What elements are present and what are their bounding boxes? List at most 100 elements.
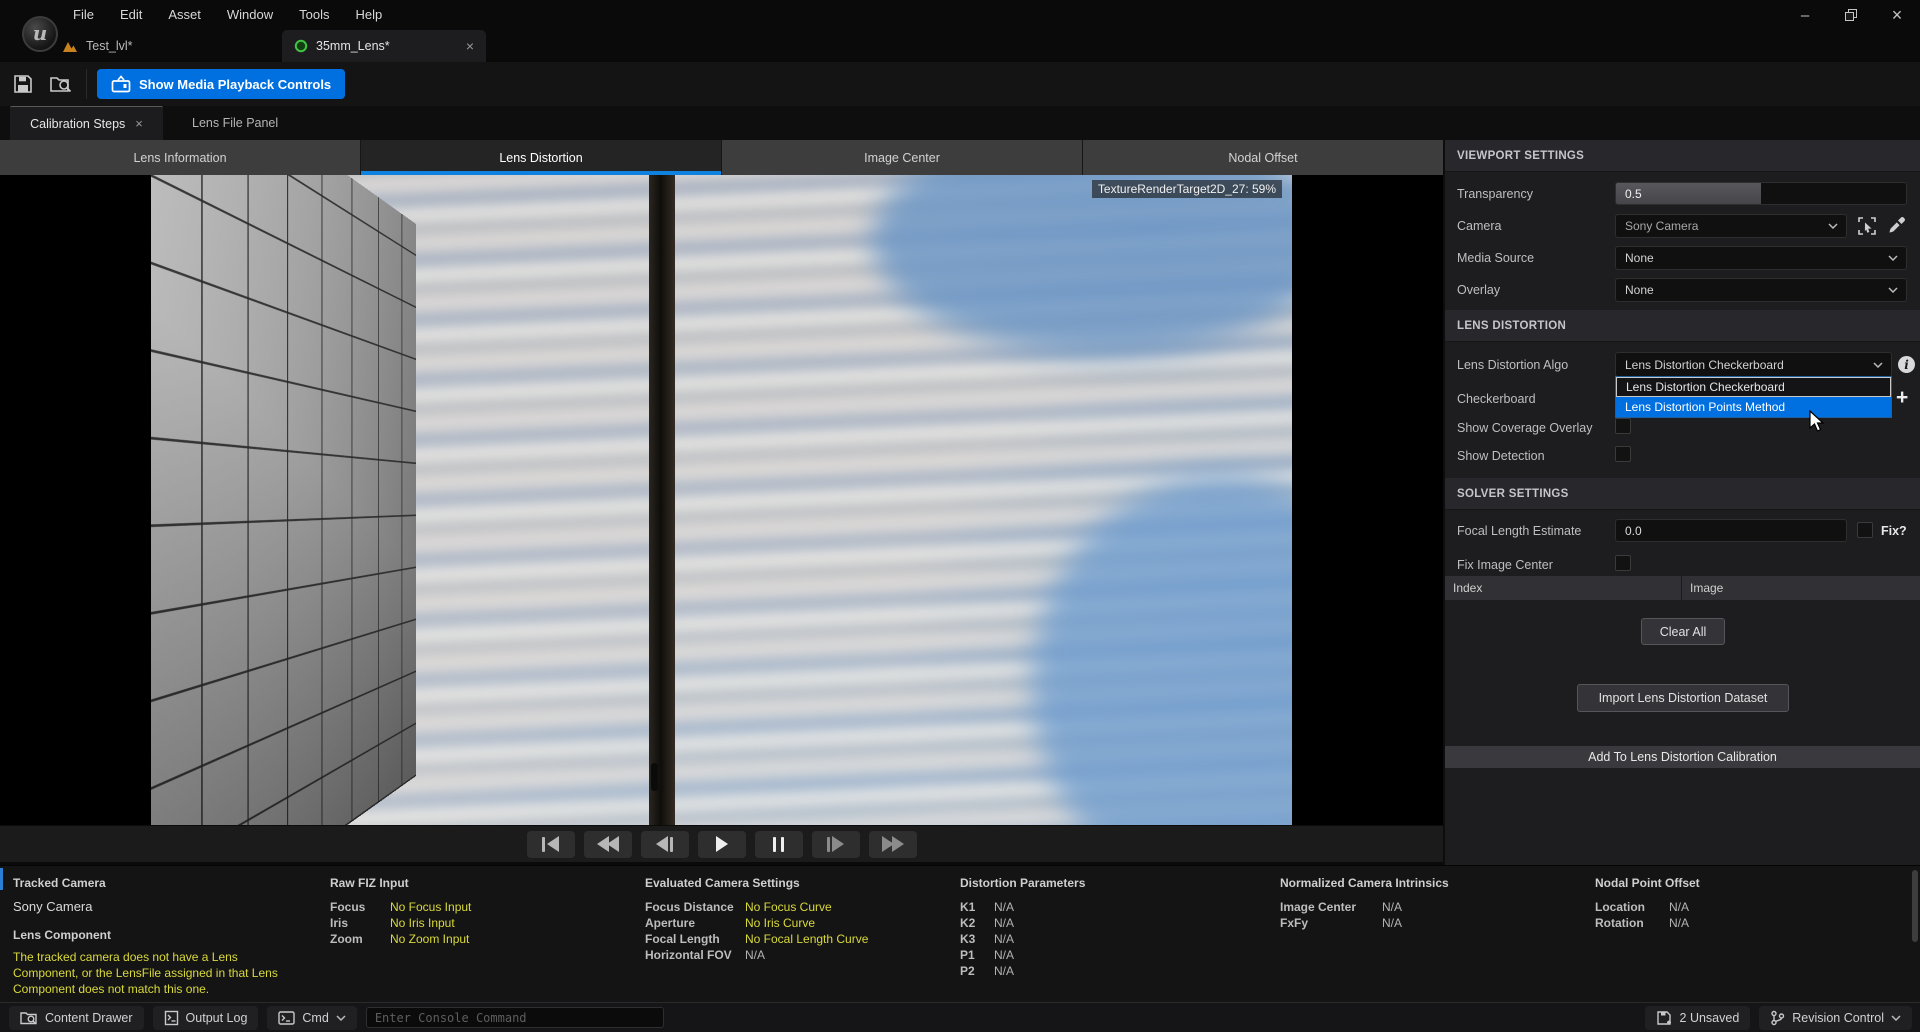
nodal-point-offset-column: Nodal Point Offset LocationN/A RotationN… [1595,876,1700,931]
dark-marker [651,763,658,791]
simulcam-viewport: TextureRenderTarget2D_27: 59% [0,175,1443,825]
restore-button[interactable] [1828,0,1874,30]
find-in-content-browser-icon [49,73,73,95]
output-log-button[interactable]: Output Log [153,1006,259,1030]
media-playback-bar [0,825,1443,862]
branch-icon [1770,1010,1785,1026]
fix-image-center-label: Fix Image Center [1457,558,1553,572]
terminal-icon [278,1011,295,1025]
revision-control-button[interactable]: Revision Control [1759,1006,1912,1030]
algo-option-checkerboard[interactable]: Lens Distortion Checkerboard [1616,377,1891,397]
pick-actor-icon[interactable] [1857,216,1877,236]
fix-focal-checkbox[interactable] [1857,522,1873,538]
calibration-settings-panel: VIEWPORT SETTINGS Transparency 0.5 Camer… [1443,140,1920,865]
mouse-cursor [1809,410,1826,434]
chevron-down-icon [1891,1015,1901,1021]
overlay-label: Overlay [1457,283,1500,297]
media-source-dropdown[interactable]: None [1615,246,1907,270]
console-command-input[interactable] [366,1007,664,1028]
transparency-label: Transparency [1457,187,1533,201]
chevron-down-icon [1828,223,1838,229]
algo-option-points-method[interactable]: Lens Distortion Points Method [1616,397,1891,417]
play-button[interactable] [698,831,746,858]
show-coverage-overlay-checkbox[interactable] [1615,418,1631,434]
checkerboard-wall-edge [649,175,675,825]
tab-lens-file-panel[interactable]: Lens File Panel [170,106,300,140]
fix-image-center-checkbox[interactable] [1615,555,1631,571]
content-drawer-icon [20,1010,38,1026]
browse-to-asset-button[interactable] [46,69,76,99]
cmd-selector[interactable]: Cmd [267,1006,356,1030]
menu-file[interactable]: File [60,0,107,30]
show-coverage-overlay-label: Show Coverage Overlay [1457,421,1592,435]
info-icon[interactable]: i [1898,356,1915,373]
viewport-settings-header: VIEWPORT SETTINGS [1445,140,1920,172]
restore-icon [1845,9,1857,21]
close-window-button[interactable]: × [1874,0,1920,30]
fast-forward-button[interactable] [869,831,917,858]
step-tab-lens-information[interactable]: Lens Information [0,140,360,175]
step-tab-image-center[interactable]: Image Center [722,140,1082,175]
unreal-logo-icon[interactable]: u [22,16,58,52]
camera-dropdown[interactable]: Sony Camera [1615,214,1847,238]
add-to-lens-distortion-calibration-button[interactable]: Add To Lens Distortion Calibration [1445,746,1920,768]
close-tab-icon[interactable]: × [466,38,474,54]
menu-help[interactable]: Help [342,0,395,30]
step-back-button[interactable] [641,831,689,858]
eyedropper-icon[interactable] [1888,216,1906,234]
raw-fiz-column: Raw FIZ Input FocusNo Focus Input IrisNo… [330,876,471,947]
close-tab-icon[interactable]: × [135,116,143,131]
focal-length-estimate-field[interactable]: 0.0 [1615,519,1847,542]
camera-label: Camera [1457,219,1501,233]
show-detection-checkbox[interactable] [1615,446,1631,462]
lens-distortion-algo-label: Lens Distortion Algo [1457,358,1568,372]
transparency-slider[interactable]: 0.5 [1615,182,1907,205]
image-column-header[interactable]: Image [1682,581,1723,595]
tab-test-lvl[interactable]: Test_lvl* [62,30,133,62]
import-lens-distortion-dataset-button[interactable]: Import Lens Distortion Dataset [1577,684,1789,712]
menu-tools[interactable]: Tools [286,0,342,30]
asset-toolbar: Show Media Playback Controls [0,62,1920,106]
fix-label: Fix? [1881,524,1907,538]
tab-calibration-steps[interactable]: Calibration Steps × [10,106,163,140]
content-drawer-button[interactable]: Content Drawer [9,1006,144,1030]
tv-icon [111,75,131,93]
checkerboard-wall [151,175,671,825]
tab-35mm-lens[interactable]: 35mm_Lens* × [282,30,486,62]
algo-dropdown-list: Lens Distortion Checkerboard Lens Distor… [1615,376,1892,418]
menu-window[interactable]: Window [214,0,286,30]
panel-scrollbar[interactable] [1912,870,1918,942]
plus-icon[interactable]: + [1896,389,1908,407]
rewind-button[interactable] [584,831,632,858]
panel-tab-bar: Calibration Steps × Lens File Panel [0,106,1920,140]
calibration-table-header: Index Image [1445,576,1920,600]
show-media-playback-button[interactable]: Show Media Playback Controls [97,69,345,99]
minimize-button[interactable]: – [1782,0,1828,30]
show-detection-label: Show Detection [1457,449,1545,463]
checkerboard-label: Checkerboard [1457,392,1536,406]
step-tab-lens-distortion[interactable]: Lens Distortion [361,140,721,175]
clear-all-button[interactable]: Clear All [1641,618,1725,645]
save-button[interactable] [8,69,38,99]
pause-button[interactable] [755,831,803,858]
chevron-down-icon [1888,287,1898,293]
lens-distortion-algo-dropdown[interactable]: Lens Distortion Checkerboard [1615,352,1892,377]
focus-accent [0,868,3,890]
step-tab-nodal-offset[interactable]: Nodal Offset [1083,140,1443,175]
output-log-icon [164,1010,179,1026]
menu-asset[interactable]: Asset [155,0,214,30]
lens-asset-icon [294,39,308,53]
overlay-dropdown[interactable]: None [1615,278,1907,302]
status-bar: Content Drawer Output Log Cmd [0,1002,1920,1032]
calibration-step-tabs: Lens Information Lens Distortion Image C… [0,140,1443,175]
skip-to-start-button[interactable] [527,831,575,858]
chevron-down-icon [1888,255,1898,261]
asset-tab-bar: Test_lvl* 35mm_Lens* × [0,30,1920,62]
step-forward-button[interactable] [812,831,860,858]
unreal-editor-window: u File Edit Asset Window Tools Help – × … [0,0,1920,1032]
index-column-header[interactable]: Index [1445,581,1681,595]
unsaved-assets-button[interactable]: 2 Unsaved [1645,1006,1751,1030]
save-icon [12,73,34,95]
menu-edit[interactable]: Edit [107,0,155,30]
media-status-panel: Tracked Camera Sony Camera Lens Componen… [0,865,1920,1002]
